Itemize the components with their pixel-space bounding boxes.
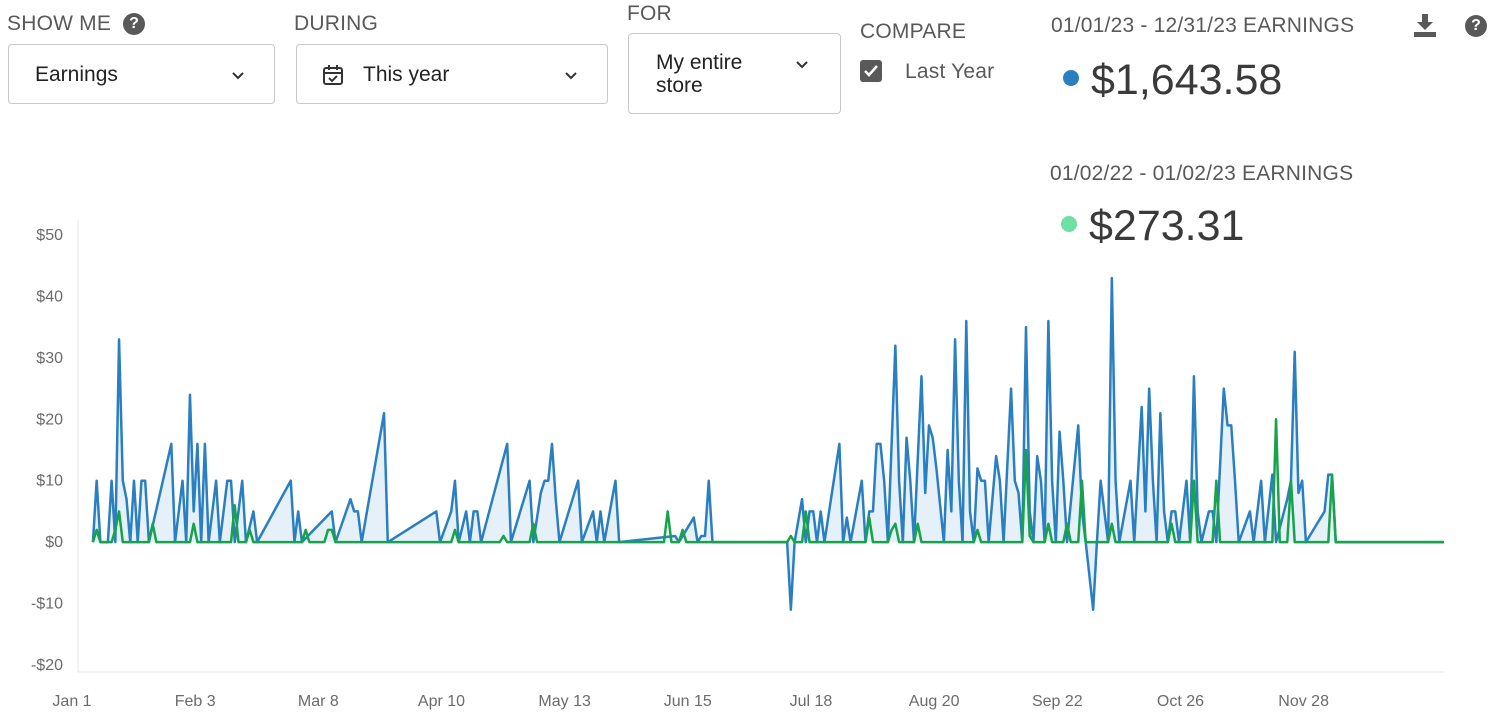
x-tick-label: Aug 20 [909,693,960,710]
show-me-select[interactable]: Earnings [8,44,275,104]
current-period-title: 01/01/23 - 12/31/23 EARNINGS [1051,14,1355,37]
x-tick-label: Jun 15 [664,693,712,710]
chevron-down-icon [796,61,808,69]
chevron-down-icon [232,72,244,80]
x-tick-label: May 13 [538,693,591,710]
y-tick-label: $40 [36,288,63,305]
chart-series [91,276,1445,611]
during-select[interactable]: This year [296,44,608,104]
y-tick-label: $10 [36,473,63,490]
show-me-label-text: SHOW ME [7,12,112,35]
help-icon[interactable]: ? [1465,15,1487,37]
x-tick-label: Sep 22 [1032,693,1083,710]
help-icon[interactable]: ? [123,13,146,36]
x-tick-label: Feb 3 [175,693,216,710]
during-value: This year [363,63,450,86]
y-tick-label: $20 [36,411,63,428]
for-label: FOR [627,2,672,25]
x-tick-label: Oct 26 [1157,693,1204,710]
y-tick-label: $50 [36,227,63,244]
x-tick-label: Apr 10 [418,693,465,710]
series-line-this_year [91,276,1444,611]
earnings-chart: $50 $40 $30 $20 $10 $0 -$10 -$20 Jan 1 Feb 3 Mar … [31,220,1445,710]
previous-period-title: 01/02/22 - 01/02/23 EARNINGS [1050,162,1354,185]
series-area-this_year [92,278,1445,610]
show-me-label: SHOW ME ? [7,12,146,36]
x-tick-label: Jan 1 [52,693,91,710]
compare-label: COMPARE [860,20,967,43]
for-value-line2: store [656,74,703,97]
check-icon [864,65,878,77]
during-label: DURING [294,12,379,35]
current-legend-dot [1063,70,1079,86]
y-tick-label: $30 [36,350,63,367]
for-select[interactable]: My entire store [628,33,841,114]
download-icon[interactable] [1412,12,1438,38]
x-tick-label: Jul 18 [790,693,833,710]
y-tick-label: -$10 [31,596,63,613]
for-value-line1: My entire [656,51,743,74]
compare-option-label[interactable]: Last Year [905,60,994,84]
calendar-icon [323,65,343,85]
chevron-down-icon [565,72,577,80]
x-tick-label: Mar 8 [298,693,339,710]
current-period-value: $1,643.58 [1091,56,1283,104]
show-me-value: Earnings [35,63,118,86]
y-tick-label: $0 [45,534,63,551]
y-tick-label: -$20 [31,657,63,674]
x-tick-label: Nov 28 [1278,693,1329,710]
x-axis: Jan 1 Feb 3 Mar 8 Apr 10 May 13 Jun 15 Jul 18 A… [52,693,1329,710]
compare-checkbox[interactable] [860,60,882,82]
